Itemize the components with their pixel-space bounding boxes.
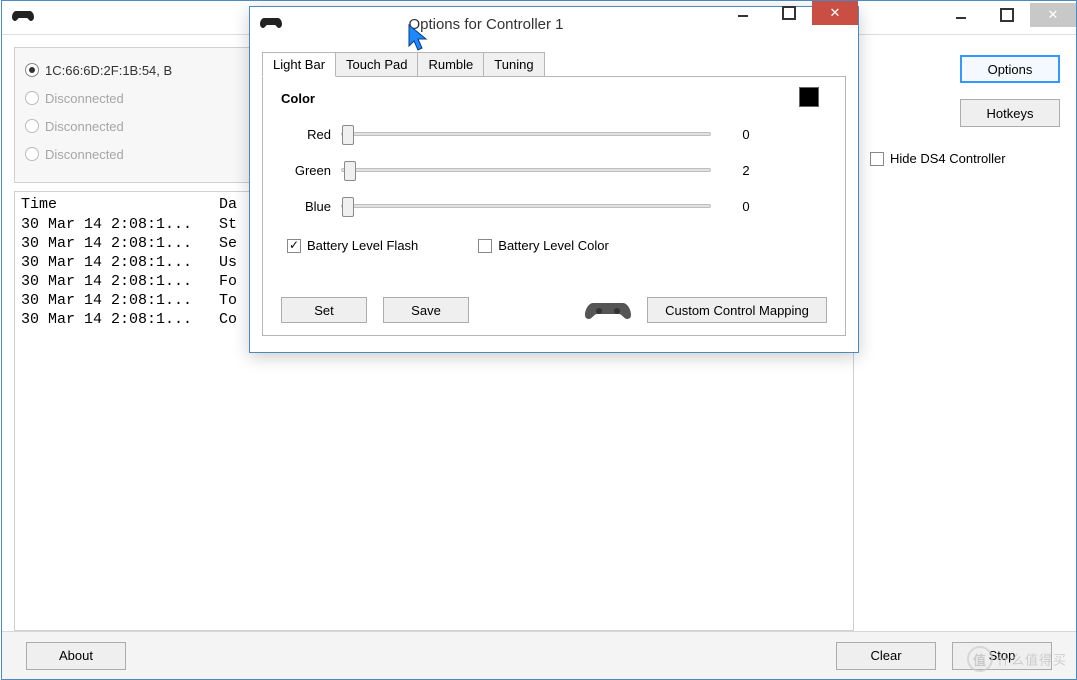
tab-rumble[interactable]: Rumble (417, 52, 484, 77)
slider-track-red[interactable] (341, 132, 711, 136)
slider-thumb[interactable] (342, 197, 354, 217)
controller-image (585, 299, 631, 321)
options-button[interactable]: Options (960, 55, 1060, 83)
save-button[interactable]: Save (383, 297, 469, 323)
battery-flash-checkbox[interactable] (287, 239, 301, 253)
controller-label: Disconnected (45, 91, 124, 106)
controller-icon (12, 9, 34, 26)
bottom-bar: About Clear Stop (2, 631, 1076, 679)
watermark: 值什么值得买 (967, 646, 1067, 672)
slider-red: Red 0 (281, 116, 827, 152)
dialog-title: Options for Controller 1 (252, 16, 720, 33)
slider-thumb[interactable] (344, 161, 356, 181)
slider-track-blue[interactable] (341, 204, 711, 208)
col-time-header[interactable]: Time (15, 192, 213, 216)
custom-mapping-button[interactable]: Custom Control Mapping (647, 297, 827, 323)
dialog-maximize-button[interactable] (766, 1, 812, 25)
tab-touch-pad[interactable]: Touch Pad (335, 52, 418, 77)
hotkeys-button[interactable]: Hotkeys (960, 99, 1060, 127)
minimize-button[interactable] (938, 3, 984, 27)
options-dialog: Options for Controller 1 ✕ Light Bar Tou… (249, 6, 859, 353)
hide-ds4-checkbox[interactable] (870, 152, 884, 166)
tab-light-bar[interactable]: Light Bar (262, 52, 336, 77)
controller-label: 1C:66:6D:2F:1B:54, B (45, 63, 172, 78)
slider-blue: Blue 0 (281, 188, 827, 224)
clear-button[interactable]: Clear (836, 642, 936, 670)
hide-ds4-label: Hide DS4 Controller (890, 151, 1006, 166)
dialog-titlebar[interactable]: Options for Controller 1 ✕ (250, 7, 858, 41)
maximize-button[interactable] (984, 3, 1030, 27)
slider-value-green: 2 (731, 163, 761, 178)
battery-color-row: Battery Level Color (478, 238, 609, 253)
close-button[interactable]: ✕ (1030, 3, 1076, 27)
radio-selected[interactable] (25, 63, 39, 77)
dialog-minimize-button[interactable] (720, 1, 766, 25)
slider-value-blue: 0 (731, 199, 761, 214)
battery-flash-row: Battery Level Flash (287, 238, 418, 253)
lightbar-panel: Color Red 0 Green 2 Blue 0 Battery Level… (262, 76, 846, 336)
slider-track-green[interactable] (341, 168, 711, 172)
controller-label: Disconnected (45, 147, 124, 162)
controller-label: Disconnected (45, 119, 124, 134)
battery-color-checkbox[interactable] (478, 239, 492, 253)
slider-green: Green 2 (281, 152, 827, 188)
dialog-close-button[interactable]: ✕ (812, 1, 858, 25)
radio-icon[interactable] (25, 147, 39, 161)
slider-value-red: 0 (731, 127, 761, 142)
tabstrip: Light Bar Touch Pad Rumble Tuning (262, 51, 846, 76)
radio-icon[interactable] (25, 119, 39, 133)
about-button[interactable]: About (26, 642, 126, 670)
color-swatch[interactable] (799, 87, 819, 107)
color-heading: Color (281, 91, 827, 106)
right-sidebar: Options Hotkeys ed Hide DS4 Controller (870, 55, 1060, 166)
tab-tuning[interactable]: Tuning (483, 52, 544, 77)
slider-thumb[interactable] (342, 125, 354, 145)
radio-icon[interactable] (25, 91, 39, 105)
set-button[interactable]: Set (281, 297, 367, 323)
